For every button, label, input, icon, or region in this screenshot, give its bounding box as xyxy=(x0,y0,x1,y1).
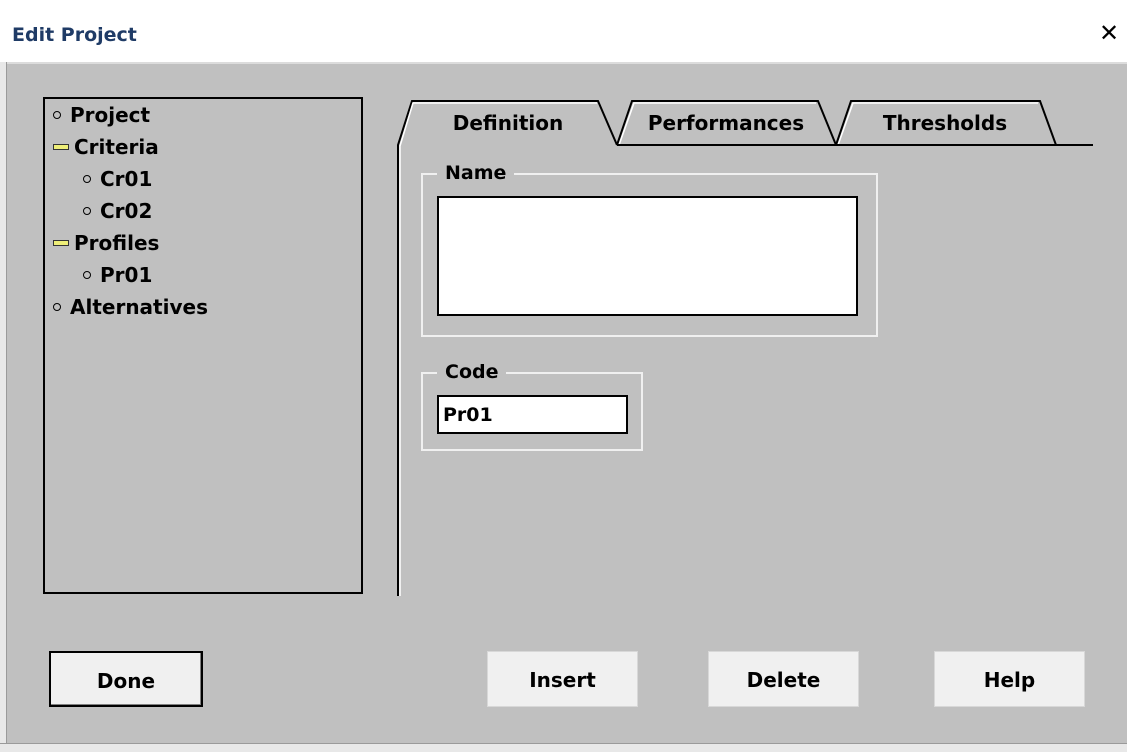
delete-button[interactable]: Delete xyxy=(708,651,859,707)
tree-item-project[interactable]: Project xyxy=(53,102,150,128)
close-icon[interactable]: ✕ xyxy=(1097,20,1121,46)
bullet-icon xyxy=(83,271,91,279)
insert-button[interactable]: Insert xyxy=(487,651,638,707)
name-field[interactable] xyxy=(437,196,858,316)
collapse-icon xyxy=(53,144,69,150)
tree-item-label: Pr01 xyxy=(100,263,153,287)
tab-performances[interactable]: Performances xyxy=(636,111,816,135)
code-field[interactable] xyxy=(437,395,628,434)
tab-thresholds[interactable]: Thresholds xyxy=(860,111,1030,135)
tree-item-cr02[interactable]: Cr02 xyxy=(83,198,152,224)
bullet-icon xyxy=(83,207,91,215)
title-bar: Edit Project ✕ xyxy=(0,0,1127,64)
edit-project-dialog: Edit Project ✕ Project Criteria Cr01 Cr0… xyxy=(0,0,1127,752)
tree-item-profiles[interactable]: Profiles xyxy=(53,230,159,256)
window-title: Edit Project xyxy=(12,24,137,46)
tree-item-label: Project xyxy=(70,103,151,127)
tree-item-alternatives[interactable]: Alternatives xyxy=(53,294,208,320)
bullet-icon xyxy=(53,303,61,311)
tree-item-cr01[interactable]: Cr01 xyxy=(83,166,152,192)
tab-definition[interactable]: Definition xyxy=(428,111,588,135)
tree-item-pr01[interactable]: Pr01 xyxy=(83,262,152,288)
tree-item-label: Criteria xyxy=(74,135,159,159)
project-tree[interactable]: Project Criteria Cr01 Cr02 Profiles Pr01… xyxy=(43,97,363,594)
done-button[interactable]: Done xyxy=(49,651,203,707)
tree-item-label: Cr01 xyxy=(100,167,153,191)
tree-item-criteria[interactable]: Criteria xyxy=(53,134,159,160)
bullet-icon xyxy=(53,111,61,119)
name-label: Name xyxy=(437,162,515,184)
tree-item-label: Profiles xyxy=(74,231,160,255)
help-button[interactable]: Help xyxy=(934,651,1085,707)
collapse-icon xyxy=(53,240,69,246)
bullet-icon xyxy=(83,175,91,183)
window-left-border xyxy=(0,62,7,751)
tree-item-label: Alternatives xyxy=(70,295,208,319)
tree-item-label: Cr02 xyxy=(100,199,153,223)
code-label: Code xyxy=(437,361,507,383)
